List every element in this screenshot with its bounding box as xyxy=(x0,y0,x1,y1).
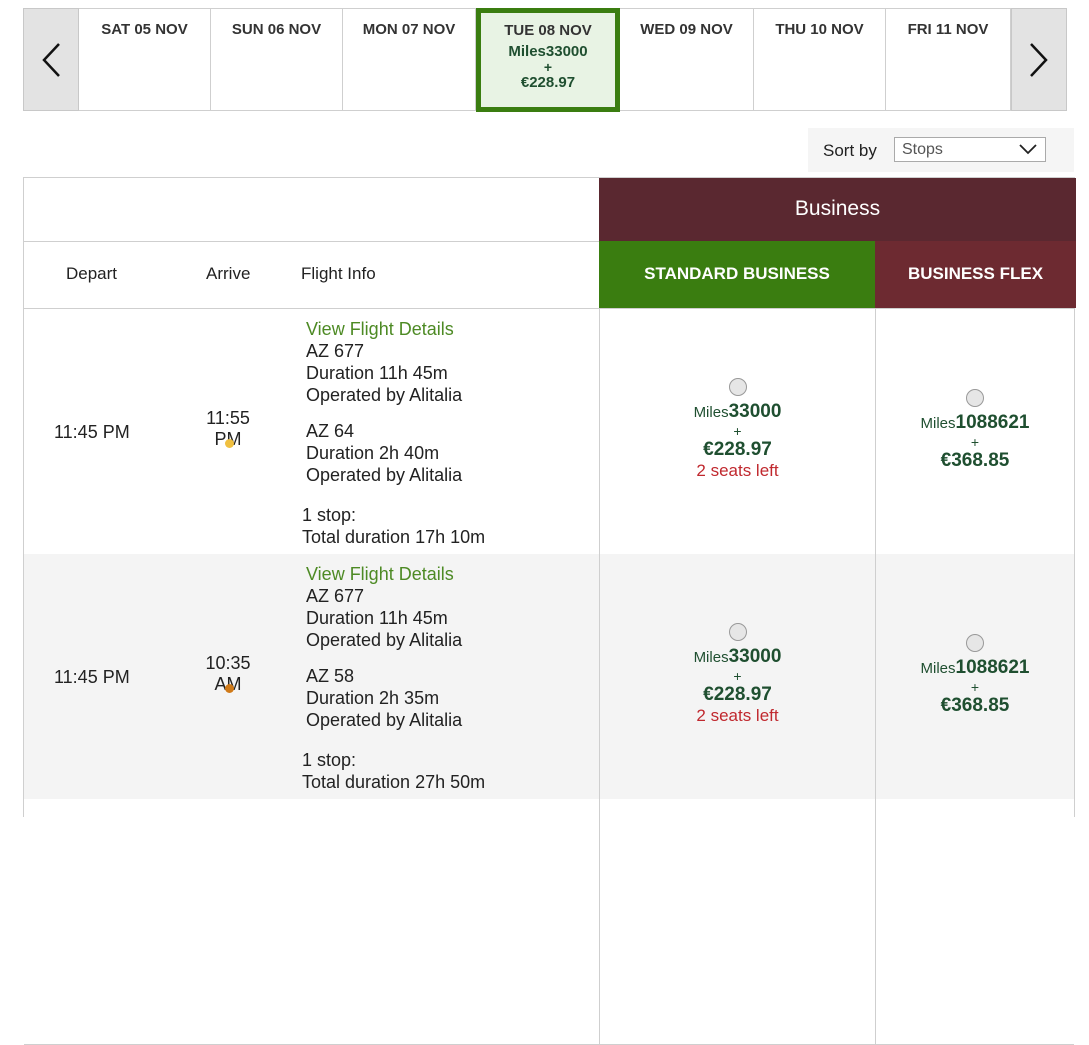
arrival-indicator-dot xyxy=(225,684,234,693)
price-euro: €228.97 xyxy=(703,439,772,460)
standard-business-fare[interactable]: Miles33000 + €228.97 2 seats left xyxy=(599,554,875,799)
table-row: 11:45 PM 10:35 AM View Flight Details AZ… xyxy=(24,554,1074,800)
total-duration: Total duration 27h 50m xyxy=(302,772,486,792)
price-euro: €228.97 xyxy=(703,684,772,705)
flight-info: View Flight Details AZ 677 Duration 11h … xyxy=(302,563,485,793)
date-label: FRI 11 NOV xyxy=(907,21,989,38)
sort-value: Stops xyxy=(902,141,943,158)
date-label: MON 07 NOV xyxy=(362,21,456,38)
stops-count: 1 stop: xyxy=(302,505,357,525)
date-label: THU 10 NOV xyxy=(775,21,864,38)
fare-radio[interactable] xyxy=(966,389,984,407)
date-label: SAT 05 NOV xyxy=(101,21,188,38)
date-tab[interactable]: MON 07 NOV xyxy=(343,8,476,111)
miles-label: Miles xyxy=(920,415,956,432)
total-duration: Total duration 17h 10m xyxy=(302,527,486,547)
sort-label: Sort by xyxy=(823,141,877,160)
flight-results-table: Business Depart Arrive Flight Info STAND… xyxy=(23,177,1076,1045)
fare-price: Miles1088621 + €368.85 xyxy=(876,657,1074,717)
sort-bar: Sort by Stops xyxy=(808,128,1074,172)
view-flight-details-link[interactable]: View Flight Details xyxy=(306,318,485,340)
segment-operator: Operated by Alitalia xyxy=(306,710,463,730)
fare-price: Miles33000 + €228.97 xyxy=(600,401,875,461)
cabin-header-row: Business xyxy=(24,178,1076,242)
depart-time: 11:45 PM xyxy=(54,667,130,687)
price-plus: + xyxy=(970,679,980,695)
date-tab[interactable]: SUN 06 NOV xyxy=(211,8,343,111)
chevron-down-icon xyxy=(1019,144,1037,155)
cabin-title: Business xyxy=(599,178,1076,241)
fare-radio[interactable] xyxy=(966,634,984,652)
arrival-indicator-dot xyxy=(225,439,234,448)
stops-count: 1 stop: xyxy=(302,750,357,770)
price-euro: €368.85 xyxy=(940,450,1010,471)
miles-label: Miles xyxy=(693,404,729,421)
fare-standard-business-header[interactable]: STANDARD BUSINESS xyxy=(599,241,875,308)
date-price: €228.97 xyxy=(520,74,576,91)
date-tab-selected[interactable]: TUE 08 NOV Miles33000 + €228.97 xyxy=(476,8,620,112)
date-label: WED 09 NOV xyxy=(640,21,733,38)
next-dates-button[interactable] xyxy=(1011,8,1067,111)
segment-flight: AZ 64 xyxy=(306,421,355,441)
standard-business-fare[interactable]: Miles33000 + €228.97 2 seats left xyxy=(599,309,875,554)
cabin-header-blank xyxy=(24,178,599,241)
date-tab[interactable]: SAT 05 NOV xyxy=(79,8,211,111)
price-plus: + xyxy=(733,668,742,684)
table-row xyxy=(24,799,1074,1045)
column-depart: Depart xyxy=(66,264,118,283)
segment-flight: AZ 677 xyxy=(306,586,365,606)
table-row: 11:45 PM 11:55 PM View Flight Details AZ… xyxy=(24,309,1074,555)
depart-time: 11:45 PM xyxy=(54,422,130,442)
miles-value: 33000 xyxy=(728,646,782,667)
business-flex-fare[interactable]: Miles1088621 + €368.85 xyxy=(875,309,1074,554)
date-selector: SAT 05 NOV SUN 06 NOV MON 07 NOV TUE 08 … xyxy=(23,8,1067,112)
miles-value: 1088621 xyxy=(955,412,1030,433)
date-label: SUN 06 NOV xyxy=(231,21,322,38)
column-flight-info: Flight Info xyxy=(301,264,376,283)
fare-price: Miles1088621 + €368.85 xyxy=(876,412,1074,472)
miles-label: Miles xyxy=(920,660,956,677)
chevron-right-icon xyxy=(1030,42,1048,77)
previous-dates-button[interactable] xyxy=(23,8,79,111)
business-flex-fare[interactable] xyxy=(875,799,1074,1044)
segment-flight: AZ 677 xyxy=(306,341,365,361)
column-arrive: Arrive xyxy=(206,264,251,283)
sort-select[interactable]: Stops xyxy=(894,137,1046,162)
fare-radio[interactable] xyxy=(728,378,747,396)
segment-duration: Duration 2h 35m xyxy=(306,688,440,708)
segment-operator: Operated by Alitalia xyxy=(306,385,463,405)
column-header-row: Depart Arrive Flight Info STANDARD BUSIN… xyxy=(24,241,1076,309)
date-tab[interactable]: WED 09 NOV xyxy=(620,8,754,111)
business-flex-fare[interactable]: Miles1088621 + €368.85 xyxy=(875,554,1074,799)
chevron-left-icon xyxy=(42,42,60,77)
seats-left: 2 seats left xyxy=(696,461,779,480)
seats-left: 2 seats left xyxy=(696,706,779,725)
segment-operator: Operated by Alitalia xyxy=(306,630,463,650)
segment-duration: Duration 2h 40m xyxy=(306,443,440,463)
price-plus: + xyxy=(970,434,980,450)
miles-value: 1088621 xyxy=(955,657,1030,678)
date-plus: + xyxy=(543,59,553,75)
segment-duration: Duration 11h 45m xyxy=(306,363,448,383)
fare-price: Miles33000 + €228.97 xyxy=(600,646,875,706)
segment-operator: Operated by Alitalia xyxy=(306,465,463,485)
price-euro: €368.85 xyxy=(940,695,1010,716)
segment-flight: AZ 58 xyxy=(306,666,355,686)
date-tab[interactable]: FRI 11 NOV xyxy=(886,8,1011,111)
fare-business-flex-header[interactable]: BUSINESS FLEX xyxy=(875,241,1076,308)
fare-radio[interactable] xyxy=(728,623,747,641)
date-label: TUE 08 NOV xyxy=(504,22,592,39)
miles-label: Miles xyxy=(693,649,729,666)
date-tab[interactable]: THU 10 NOV xyxy=(754,8,886,111)
standard-business-fare[interactable] xyxy=(599,799,875,1044)
price-plus: + xyxy=(733,423,742,439)
miles-value: 33000 xyxy=(728,401,782,422)
segment-duration: Duration 11h 45m xyxy=(306,608,448,628)
view-flight-details-link[interactable]: View Flight Details xyxy=(306,563,485,585)
flight-info: View Flight Details AZ 677 Duration 11h … xyxy=(302,318,485,548)
